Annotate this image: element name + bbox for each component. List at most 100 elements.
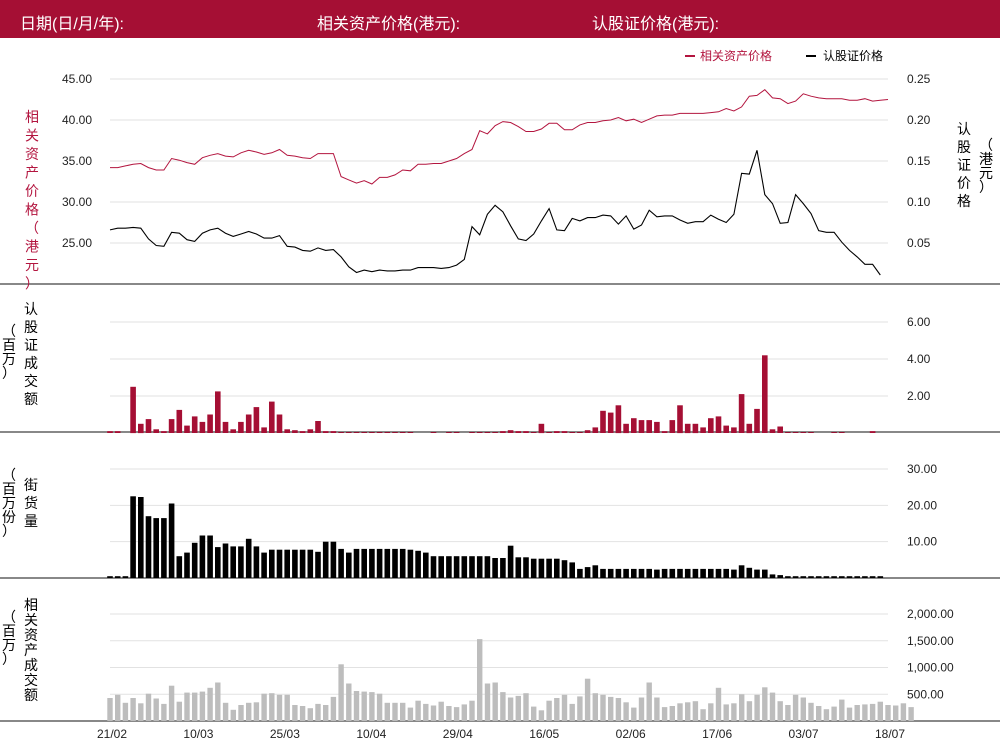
outstanding-bar xyxy=(877,576,884,578)
asset-volume-bar xyxy=(885,705,891,721)
left-axis-label: 相关资产价格（港元） xyxy=(25,109,39,292)
outstanding-bar xyxy=(592,565,599,578)
right-tick-label: 0.25 xyxy=(907,72,931,86)
warrant-volume-bar xyxy=(669,420,676,433)
outstanding-bar xyxy=(700,568,706,578)
asset-volume-bar xyxy=(862,704,868,721)
asset-volume-bar xyxy=(453,707,460,721)
asset-volume-tick-label: 1,500.00 xyxy=(907,634,954,648)
outstanding-bar xyxy=(215,547,221,578)
asset-price-label: 相关资产价格(港元): xyxy=(317,16,461,33)
asset-volume-bar xyxy=(661,707,668,721)
asset-volume-axis-label: 相关资产成交额 xyxy=(24,597,38,703)
outstanding-bar xyxy=(792,576,799,578)
warrant-volume-bar xyxy=(769,429,776,433)
warrant-volume-bar xyxy=(430,432,437,433)
asset-volume-bar xyxy=(808,702,814,721)
warrant-volume-bar xyxy=(561,431,568,433)
asset-price-line xyxy=(110,89,889,185)
warrant-volume-bar xyxy=(530,432,537,433)
outstanding-bar xyxy=(708,568,714,578)
outstanding-bar xyxy=(122,576,129,578)
asset-volume-bar xyxy=(238,705,244,721)
x-tick-label: 10/04 xyxy=(356,727,386,741)
outstanding-bar xyxy=(191,542,198,578)
warrant-volume-bar xyxy=(592,427,599,433)
asset-volume-bar xyxy=(731,703,737,721)
asset-volume-tick-label: 2,000.00 xyxy=(907,607,954,621)
outstanding-bar xyxy=(731,569,737,578)
asset-volume-bar xyxy=(531,706,537,721)
outstanding-bar xyxy=(207,535,213,578)
outstanding-bar xyxy=(484,556,491,578)
outstanding-bar xyxy=(307,549,314,578)
asset-volume-bar xyxy=(600,694,606,721)
x-tick-label: 21/02 xyxy=(97,727,127,741)
outstanding-bar xyxy=(677,568,683,578)
outstanding-bar xyxy=(199,535,206,578)
warrant-volume-bar xyxy=(631,418,637,433)
asset-volume-bar xyxy=(353,691,360,721)
outstanding-tick-label: 20.00 xyxy=(907,498,937,512)
outstanding-bar xyxy=(746,567,753,578)
warrant-volume-bar xyxy=(476,432,483,433)
outstanding-bar xyxy=(738,565,745,578)
warrant-volume-bar xyxy=(808,432,814,433)
asset-volume-bar xyxy=(161,703,167,721)
outstanding-bar xyxy=(684,568,691,578)
warrant-volume-bar xyxy=(654,421,660,433)
warrant-volume-bar xyxy=(261,427,267,433)
asset-volume-bar xyxy=(554,698,560,721)
warrant-volume-bar xyxy=(184,425,190,433)
asset-volume-bar xyxy=(754,694,760,721)
asset-volume-bar xyxy=(608,696,614,721)
outstanding-bar xyxy=(823,576,830,578)
outstanding-bar xyxy=(253,546,260,578)
outstanding-bar xyxy=(407,549,414,578)
warrant-volume-bar xyxy=(869,431,876,433)
warrant-volume-bar xyxy=(307,429,314,433)
warrant-volume-bar xyxy=(207,414,213,433)
warrant-volume-bar xyxy=(469,432,475,433)
warrant-volume-bar xyxy=(338,432,344,433)
outstanding-bar xyxy=(762,569,768,578)
asset-volume-bar xyxy=(823,709,830,721)
warrant-volume-bar xyxy=(800,432,807,433)
outstanding-bar xyxy=(338,548,344,578)
outstanding-bar xyxy=(607,568,614,578)
warrant-volume-bar xyxy=(253,407,260,433)
asset-volume-bar xyxy=(138,703,144,721)
outstanding-bar xyxy=(723,568,729,578)
outstanding-bar xyxy=(176,556,183,578)
outstanding-bar xyxy=(145,516,152,578)
warrant-volume-bar xyxy=(607,412,614,433)
warrant-volume-axis-unit: （百万） xyxy=(2,323,16,381)
warrant-volume-bar xyxy=(376,432,383,433)
outstanding-bar xyxy=(346,552,352,578)
asset-volume-bar xyxy=(384,702,390,721)
x-tick-label: 29/04 xyxy=(443,727,473,741)
warrant-volume-bar xyxy=(661,431,668,433)
outstanding-bar xyxy=(862,576,868,578)
outstanding-bar xyxy=(392,548,398,578)
warrant-volume-bar xyxy=(245,414,252,433)
asset-volume-bar xyxy=(361,691,367,721)
asset-volume-bar xyxy=(762,687,768,721)
warrant-volume-bar xyxy=(754,408,760,433)
outstanding-bar xyxy=(638,568,645,578)
warrant-volume-bar xyxy=(107,431,113,433)
warrant-volume-bar xyxy=(577,432,583,433)
asset-volume-bar xyxy=(168,685,175,721)
outstanding-bar xyxy=(453,556,460,578)
asset-volume-bar xyxy=(646,682,652,721)
outstanding-bar xyxy=(623,568,629,578)
asset-volume-bar xyxy=(376,693,383,721)
warrant-volume-bar xyxy=(138,423,144,434)
warrant-price-line xyxy=(109,150,881,276)
asset-volume-bar xyxy=(893,705,899,721)
outstanding-bar xyxy=(423,552,429,578)
asset-volume-bar xyxy=(507,697,514,721)
asset-volume-bar xyxy=(538,710,545,721)
warrant-volume-bar xyxy=(746,423,753,434)
outstanding-bar xyxy=(130,496,136,579)
